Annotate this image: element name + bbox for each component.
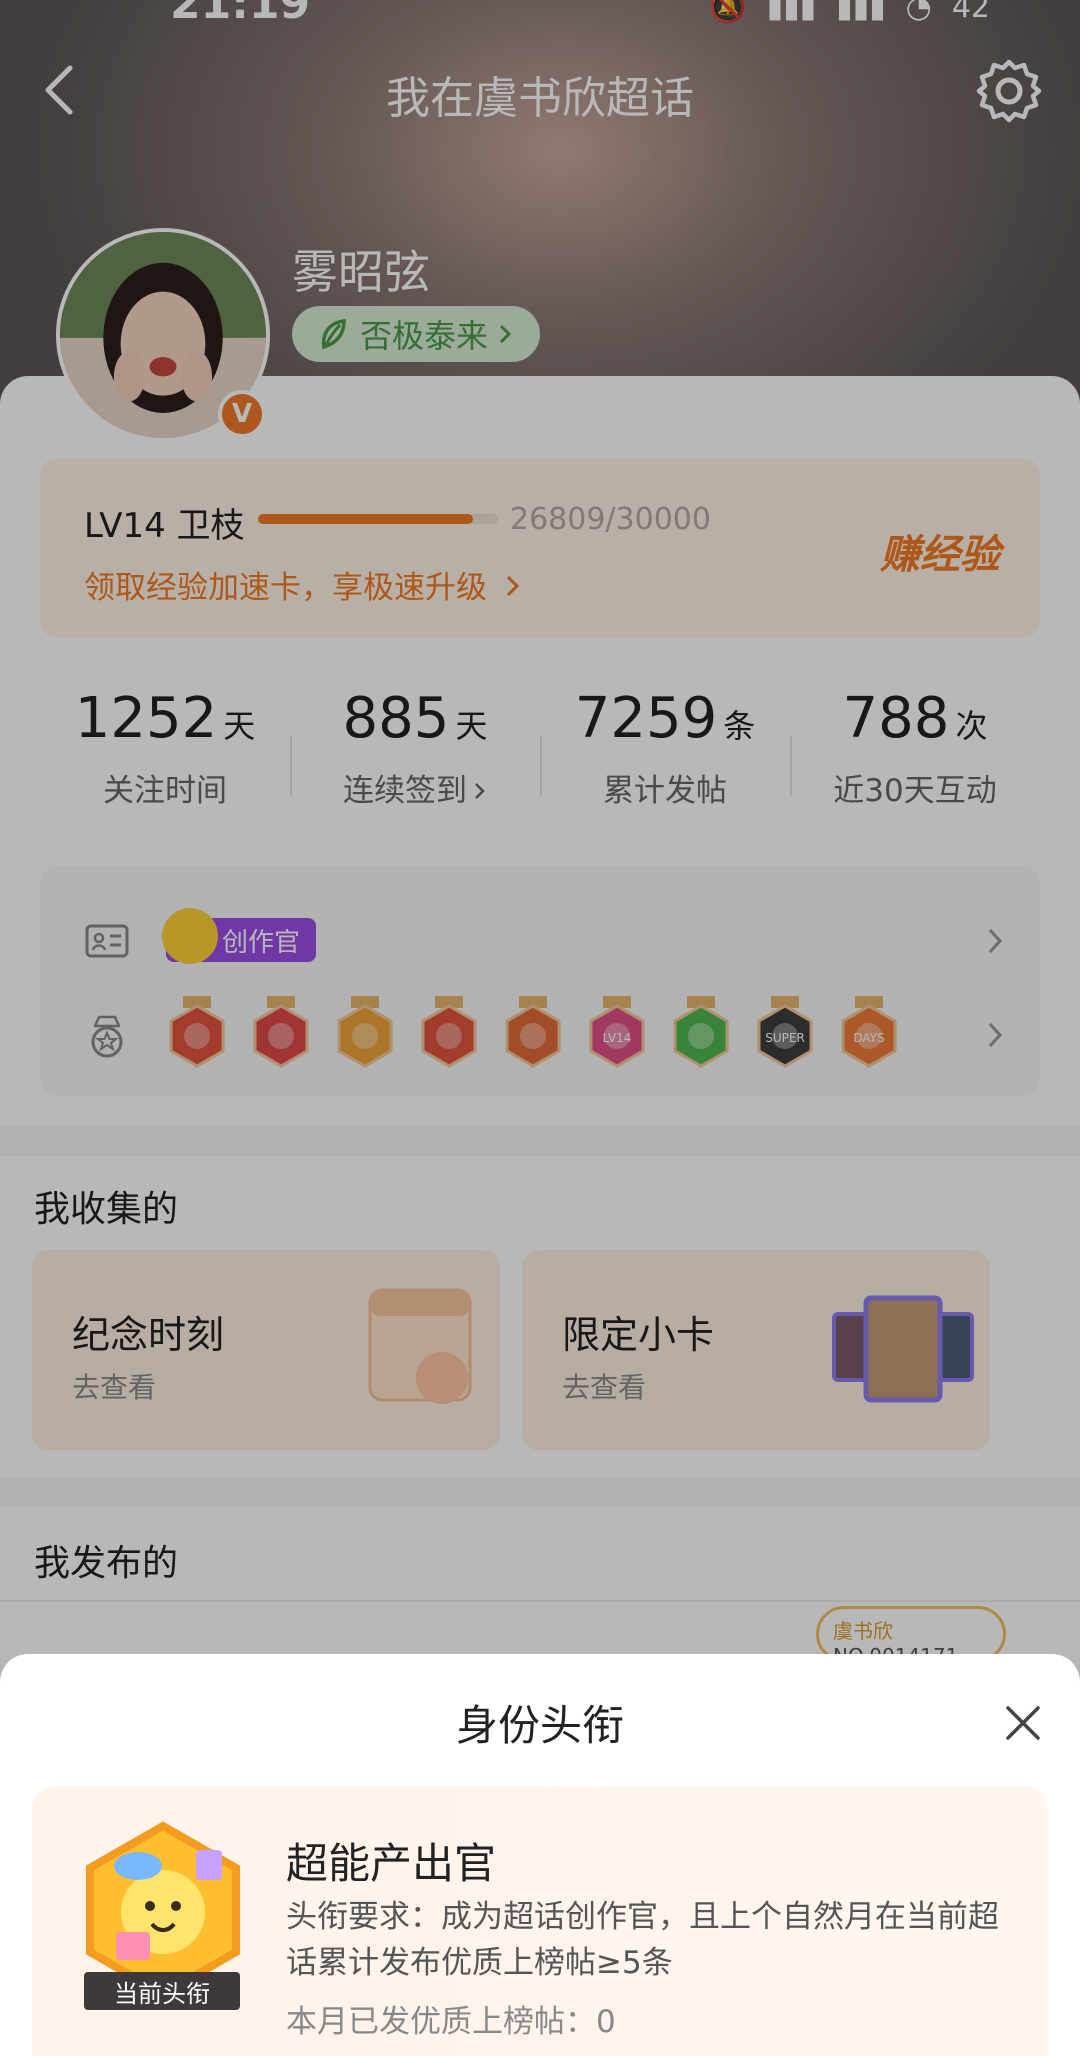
sheet-title: 身份头衔 (455, 1701, 624, 1750)
page-root: 21:19 🔕 ▮▮▮ ▮▮▮ ◔ 42 我在虞书欣超话 V 雾昭弦 否极泰来 … (0, 0, 1080, 2056)
close-icon[interactable] (1000, 1700, 1046, 1746)
title-name: 超能产出官 (286, 1839, 497, 1888)
current-title-badge: 当前头衔 (84, 1972, 240, 2010)
title-progress: 本月已发优质上榜帖：0 (286, 2004, 616, 2040)
title-requirement: 头衔要求：成为超话创作官，且上个自然月在当前超话累计发布优质上榜帖≥5条 (286, 1899, 999, 1981)
